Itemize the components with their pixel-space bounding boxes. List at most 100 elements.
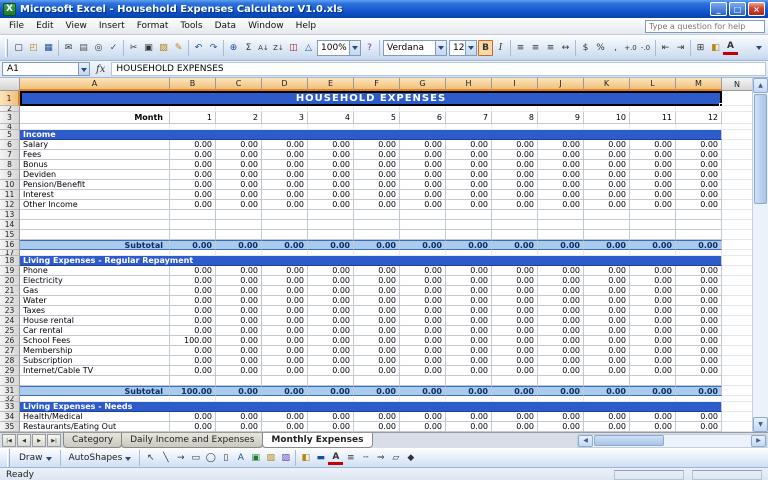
scroll-down-icon[interactable]: ▼ — [753, 417, 768, 432]
cell-j34[interactable]: 0.00 — [538, 412, 584, 422]
cell-j10[interactable]: 0.00 — [538, 180, 584, 190]
sort-ascending-icon[interactable]: A↓ — [256, 40, 271, 56]
cell-i12[interactable]: 0.00 — [492, 200, 538, 210]
cell-n34[interactable] — [722, 412, 752, 422]
cell-b15[interactable] — [170, 230, 216, 240]
cell-h7[interactable]: 0.00 — [446, 150, 492, 160]
cell-j6[interactable]: 0.00 — [538, 140, 584, 150]
cell-c23[interactable]: 0.00 — [216, 306, 262, 316]
cell-d12[interactable]: 0.00 — [262, 200, 308, 210]
cell-d28[interactable]: 0.00 — [262, 356, 308, 366]
cell-l12[interactable]: 0.00 — [630, 200, 676, 210]
cell-c30[interactable] — [216, 376, 262, 386]
cell-f25[interactable]: 0.00 — [354, 326, 400, 336]
cell-m35[interactable]: 0.00 — [676, 422, 722, 432]
align-left-icon[interactable]: ≡ — [513, 40, 528, 56]
cell-a23[interactable]: Taxes — [20, 306, 170, 316]
cell-e27[interactable]: 0.00 — [308, 346, 354, 356]
cell-e14[interactable] — [308, 220, 354, 230]
cell-m16[interactable]: 0.00 — [676, 240, 722, 250]
cell-c7[interactable]: 0.00 — [216, 150, 262, 160]
row-header-20[interactable]: 20 — [0, 276, 20, 286]
row-header-9[interactable]: 9 — [0, 170, 20, 180]
cell-b9[interactable]: 0.00 — [170, 170, 216, 180]
cell-k14[interactable] — [584, 220, 630, 230]
cell-e28[interactable]: 0.00 — [308, 356, 354, 366]
cell-d15[interactable] — [262, 230, 308, 240]
row-header-30[interactable]: 30 — [0, 376, 20, 386]
cell-j24[interactable]: 0.00 — [538, 316, 584, 326]
cell-a9[interactable]: Deviden — [20, 170, 170, 180]
cell-j8[interactable]: 0.00 — [538, 160, 584, 170]
cell-a3[interactable]: Month — [20, 112, 170, 124]
row-header-29[interactable]: 29 — [0, 366, 20, 376]
cell-h35[interactable]: 0.00 — [446, 422, 492, 432]
font-color-icon[interactable]: A — [328, 451, 343, 465]
cell-b29[interactable]: 0.00 — [170, 366, 216, 376]
drawing-icon[interactable]: △ — [301, 40, 316, 56]
cell-h3[interactable]: 7 — [446, 112, 492, 124]
row-header-3[interactable]: 3 — [0, 112, 20, 124]
cell-j29[interactable]: 0.00 — [538, 366, 584, 376]
cell-i20[interactable]: 0.00 — [492, 276, 538, 286]
cell-c26[interactable]: 0.00 — [216, 336, 262, 346]
cell-b34[interactable]: 0.00 — [170, 412, 216, 422]
cell-f23[interactable]: 0.00 — [354, 306, 400, 316]
cell-l8[interactable]: 0.00 — [630, 160, 676, 170]
cell-n18[interactable] — [722, 256, 752, 266]
row-header-24[interactable]: 24 — [0, 316, 20, 326]
cell-a24[interactable]: House rental — [20, 316, 170, 326]
cell-d16[interactable]: 0.00 — [262, 240, 308, 250]
cell-l26[interactable]: 0.00 — [630, 336, 676, 346]
cell-l24[interactable]: 0.00 — [630, 316, 676, 326]
row-header-22[interactable]: 22 — [0, 296, 20, 306]
tab-daily-income-and-expenses[interactable]: Daily Income and Expenses — [121, 433, 263, 448]
shadow-style-icon[interactable]: ▱ — [388, 450, 403, 466]
horizontal-scrollbar[interactable]: ◀ ▶ — [577, 434, 767, 448]
row-header-19[interactable]: 19 — [0, 266, 20, 276]
arrow-icon[interactable]: → — [173, 450, 188, 466]
cell-l34[interactable]: 0.00 — [630, 412, 676, 422]
cell-f30[interactable] — [354, 376, 400, 386]
font-size-dropdown-icon[interactable] — [465, 41, 476, 55]
cell-e15[interactable] — [308, 230, 354, 240]
cell-f14[interactable] — [354, 220, 400, 230]
cell-m28[interactable]: 0.00 — [676, 356, 722, 366]
sheet-title-cell[interactable]: HOUSEHOLD EXPENSES — [20, 91, 722, 106]
wordart-icon[interactable]: A — [233, 450, 248, 466]
section-header-living-expenses-regular-repayment[interactable]: Living Expenses - Regular Repayment — [20, 256, 722, 266]
cell-j23[interactable]: 0.00 — [538, 306, 584, 316]
cell-k10[interactable]: 0.00 — [584, 180, 630, 190]
cell-f11[interactable]: 0.00 — [354, 190, 400, 200]
help-icon[interactable]: ? — [362, 40, 377, 56]
cell-m27[interactable]: 0.00 — [676, 346, 722, 356]
vertical-scroll-thumb[interactable] — [754, 94, 767, 204]
cell-k29[interactable]: 0.00 — [584, 366, 630, 376]
cell-g19[interactable]: 0.00 — [400, 266, 446, 276]
toolbar-drag-handle[interactable] — [5, 39, 8, 57]
zoom-dropdown-icon[interactable] — [349, 41, 360, 55]
cell-b7[interactable]: 0.00 — [170, 150, 216, 160]
cell-c13[interactable] — [216, 210, 262, 220]
section-header-living-expenses-needs[interactable]: Living Expenses - Needs — [20, 402, 722, 412]
cell-i7[interactable]: 0.00 — [492, 150, 538, 160]
cell-m22[interactable]: 0.00 — [676, 296, 722, 306]
cell-c29[interactable]: 0.00 — [216, 366, 262, 376]
rectangle-icon[interactable]: ▭ — [188, 450, 203, 466]
cell-b35[interactable]: 0.00 — [170, 422, 216, 432]
cell-k16[interactable]: 0.00 — [584, 240, 630, 250]
cell-k15[interactable] — [584, 230, 630, 240]
cell-b14[interactable] — [170, 220, 216, 230]
cell-k25[interactable]: 0.00 — [584, 326, 630, 336]
cell-h13[interactable] — [446, 210, 492, 220]
cell-h27[interactable]: 0.00 — [446, 346, 492, 356]
cell-d35[interactable]: 0.00 — [262, 422, 308, 432]
drawing-toolbar-drag-handle[interactable] — [7, 449, 10, 467]
cell-g26[interactable]: 0.00 — [400, 336, 446, 346]
name-box[interactable]: A1 — [2, 62, 90, 76]
cell-j7[interactable]: 0.00 — [538, 150, 584, 160]
cell-c8[interactable]: 0.00 — [216, 160, 262, 170]
cell-l9[interactable]: 0.00 — [630, 170, 676, 180]
cell-l11[interactable]: 0.00 — [630, 190, 676, 200]
cell-g16[interactable]: 0.00 — [400, 240, 446, 250]
